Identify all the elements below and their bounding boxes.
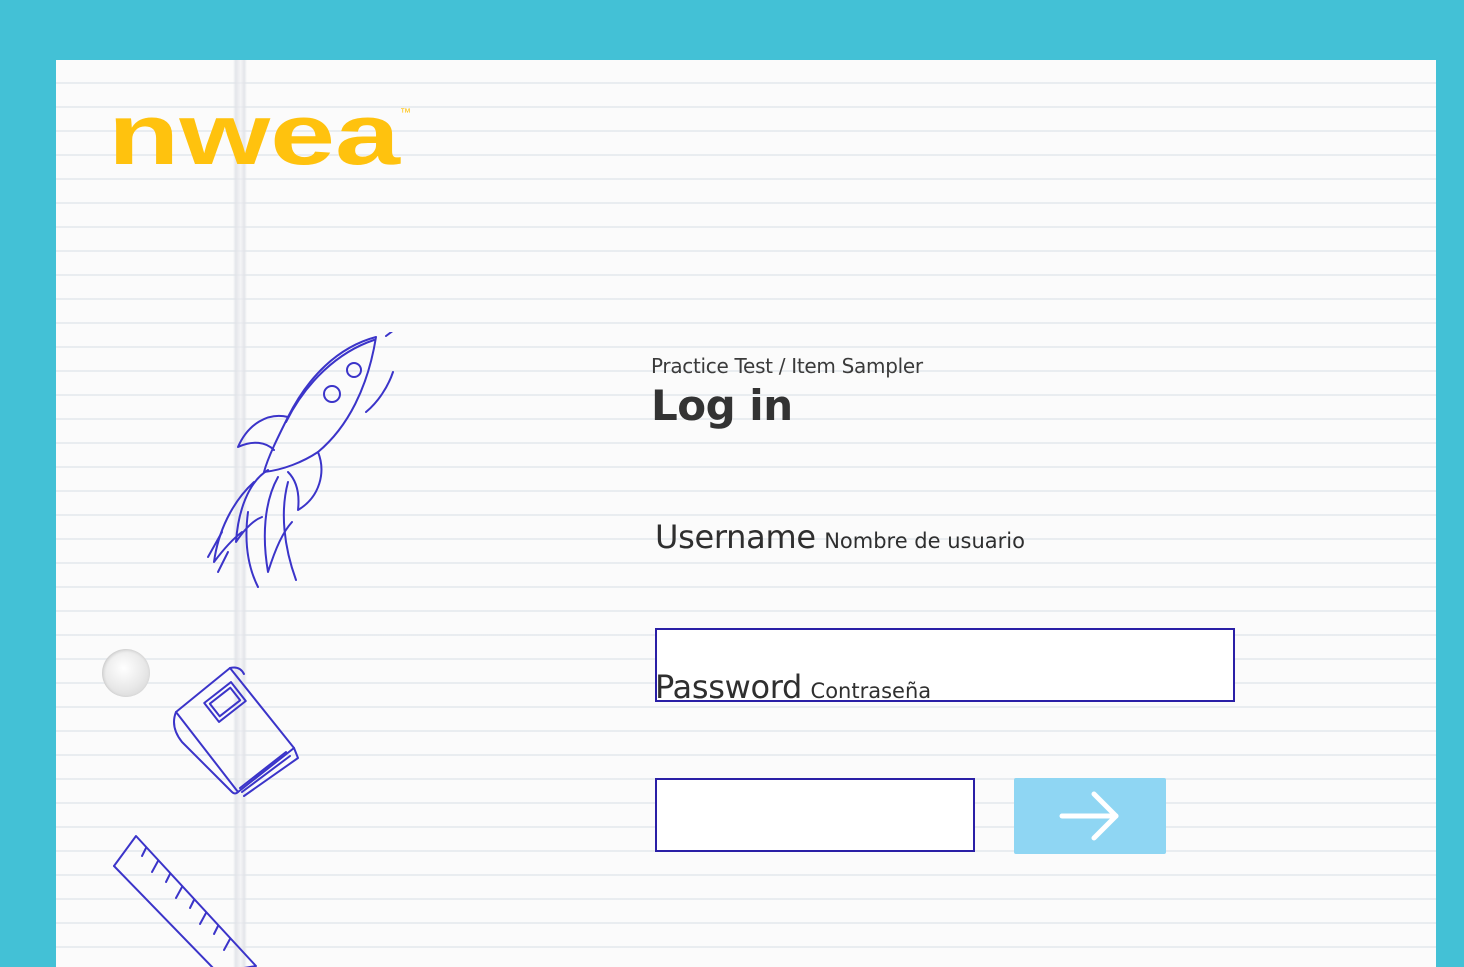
password-input[interactable]: [655, 778, 975, 852]
username-label: Username Nombre de usuario: [655, 518, 1025, 556]
login-form: Practice Test / Item Sampler Log in User…: [651, 354, 1291, 854]
arrow-right-icon: [1059, 791, 1119, 841]
password-label: Password Contraseña: [655, 668, 931, 706]
username-label-es: Nombre de usuario: [824, 529, 1025, 553]
logo-trademark: ™: [400, 107, 411, 119]
rocket-doodle: [207, 332, 394, 588]
book-doodle: [173, 666, 299, 797]
submit-button[interactable]: [1014, 778, 1166, 854]
logo-text: nwea: [108, 102, 402, 170]
page-subtitle: Practice Test / Item Sampler: [651, 354, 923, 378]
username-label-en: Username: [655, 518, 816, 556]
notebook-paper: nwea ™ Practice Test / Item Sampler Log …: [56, 60, 1436, 967]
password-label-en: Password: [655, 668, 803, 706]
punch-hole: [102, 649, 150, 697]
ruler-doodle: [113, 835, 257, 967]
nwea-logo: nwea ™: [108, 102, 411, 170]
password-label-es: Contraseña: [810, 679, 932, 703]
page-title: Log in: [651, 381, 793, 430]
